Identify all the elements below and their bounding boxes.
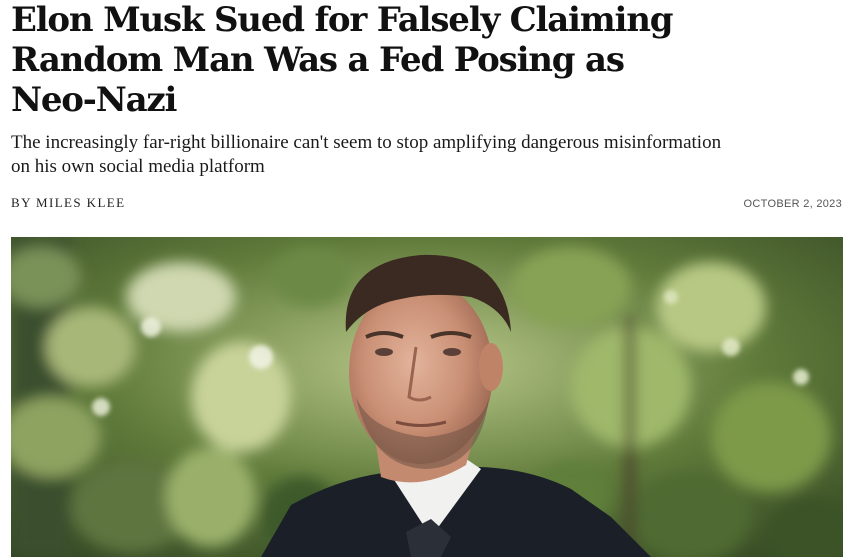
article-byline[interactable]: BY MILES KLEE [11, 195, 126, 211]
article: Elon Musk Sued for Falsely Claiming Rand… [0, 0, 860, 557]
hero-image [11, 237, 843, 557]
article-date: OCTOBER 2, 2023 [743, 198, 842, 210]
article-headline: Elon Musk Sued for Falsely Claiming Rand… [11, 0, 674, 120]
article-dek: The increasingly far-right billionaire c… [11, 132, 722, 177]
